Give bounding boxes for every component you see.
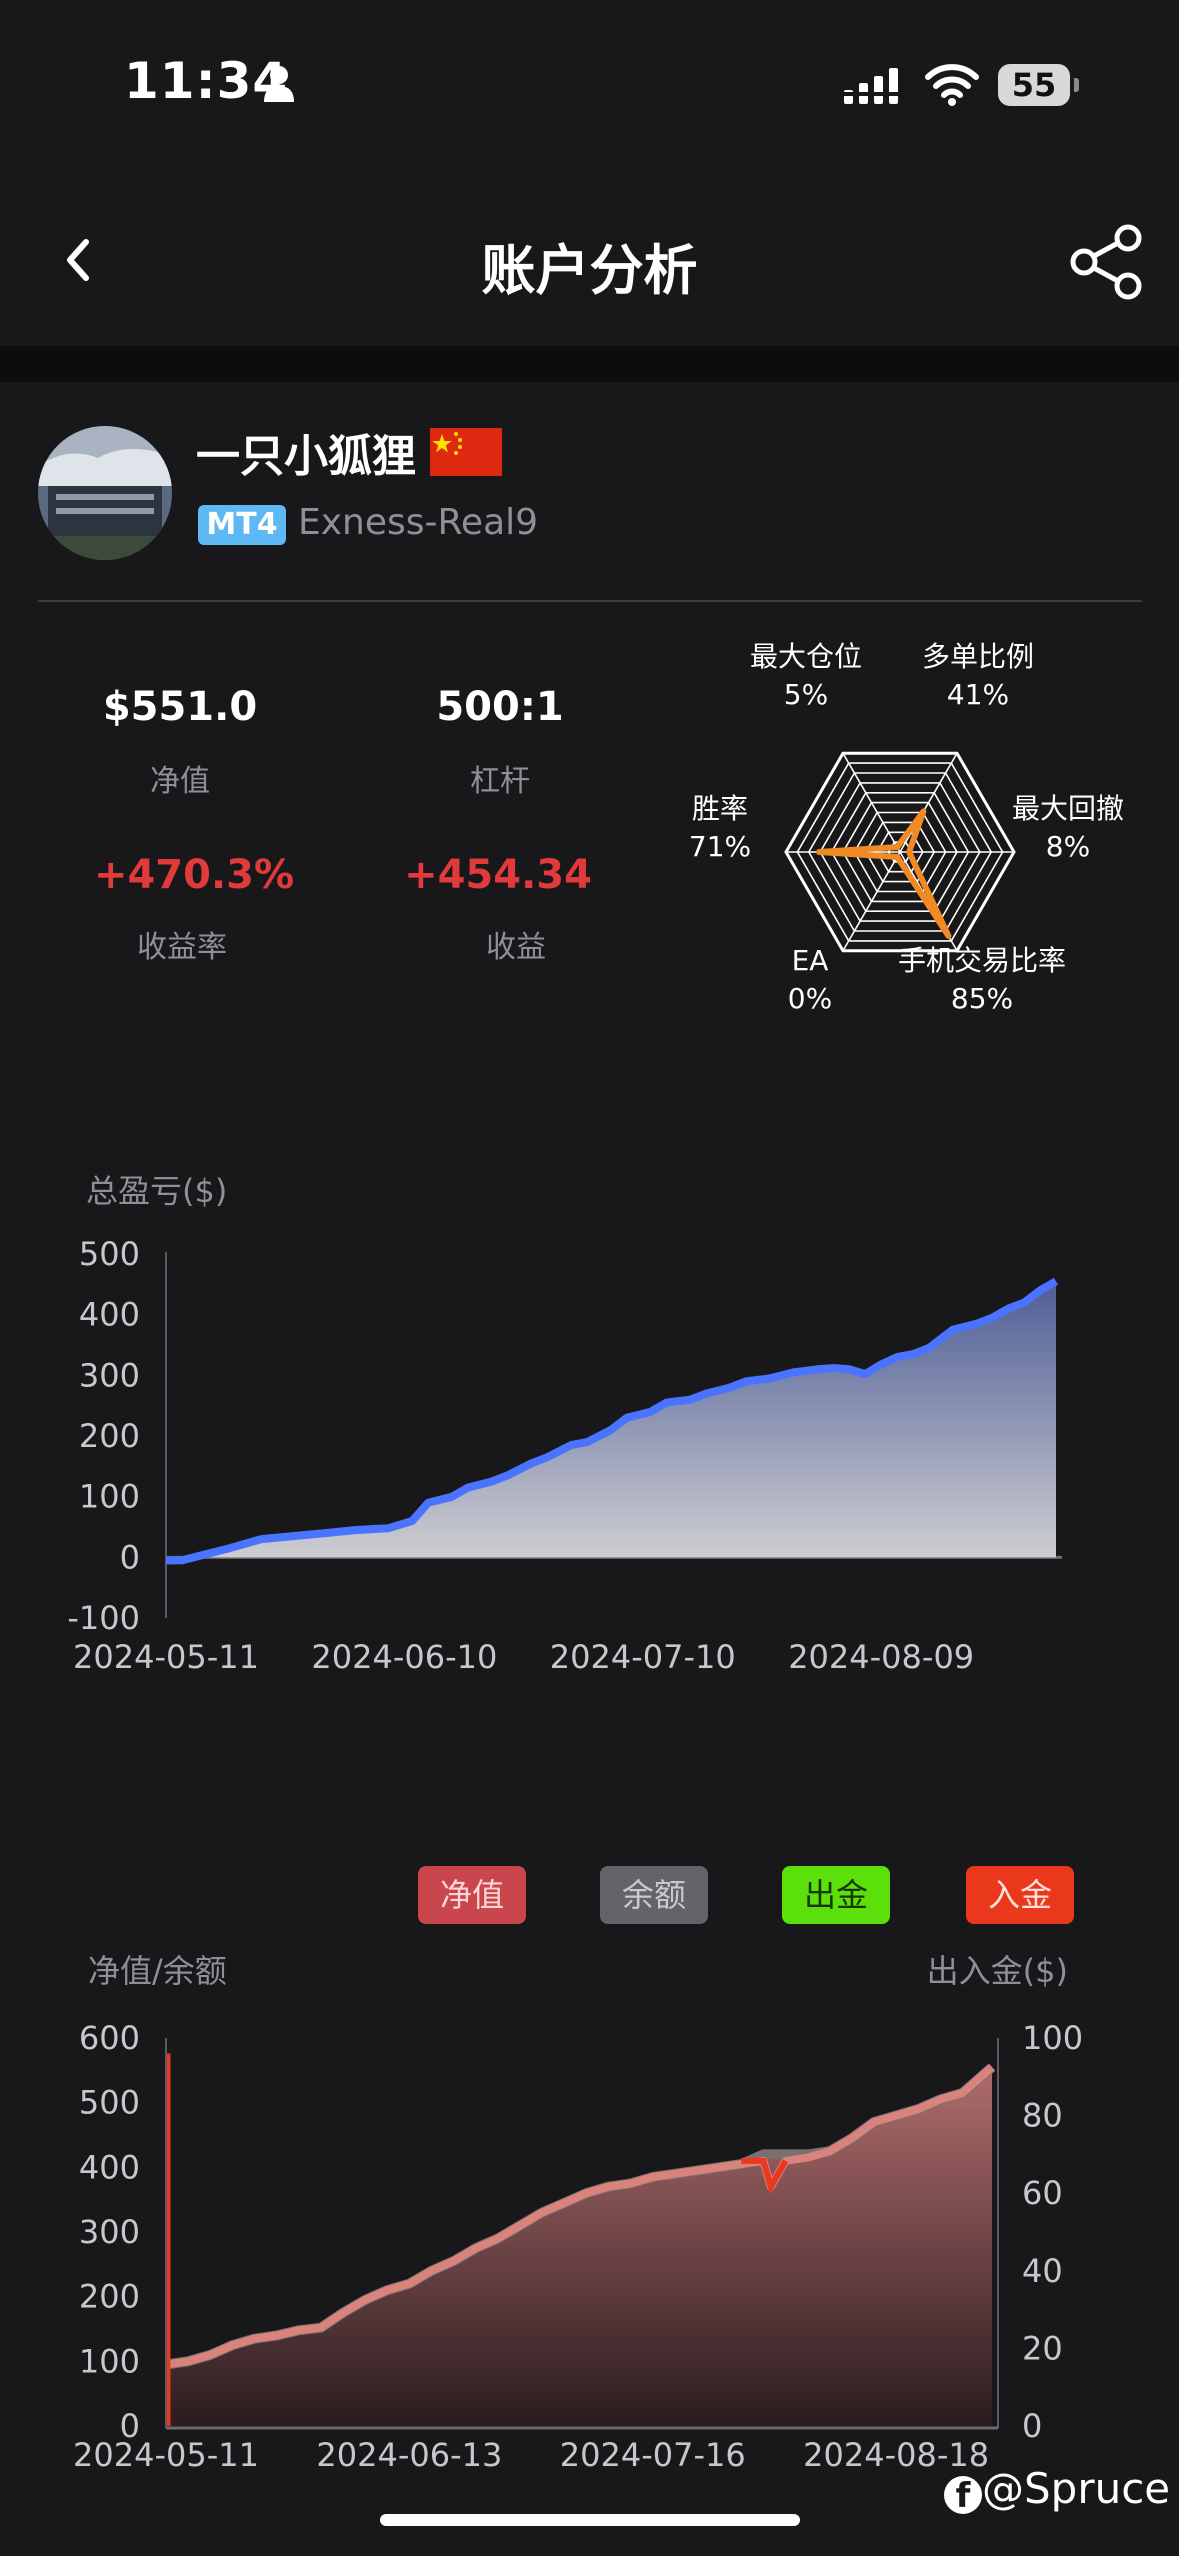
radar-axis-value: 71% bbox=[689, 830, 751, 863]
equity-right-tick: 40 bbox=[1022, 2252, 1063, 2290]
person-icon bbox=[264, 66, 294, 102]
battery-nub bbox=[1074, 78, 1079, 92]
wifi-icon bbox=[925, 64, 979, 106]
radar-axis-value: 85% bbox=[951, 982, 1013, 1015]
return-rate-label: 收益率 bbox=[137, 930, 227, 965]
profit-value: +454.34 bbox=[404, 852, 592, 898]
radar-axis-label: 手机交易比率 bbox=[898, 944, 1066, 977]
pnl-x-tick: 2024-08-09 bbox=[788, 1638, 974, 1676]
radar-axis-value: 5% bbox=[784, 678, 828, 711]
battery-indicator: 55 bbox=[998, 64, 1070, 106]
equity-left-label: 净值/余额 bbox=[88, 1952, 227, 1990]
leverage-value: 500:1 bbox=[436, 684, 564, 730]
pnl-y-tick: 300 bbox=[79, 1356, 140, 1394]
legend-deposit[interactable]: 入金 bbox=[966, 1866, 1074, 1924]
radar-axis-label: 最大回撤 bbox=[1012, 792, 1124, 825]
pnl-y-tick: 100 bbox=[79, 1478, 140, 1516]
pnl-y-tick: 0 bbox=[120, 1538, 140, 1576]
pnl-x-tick: 2024-07-10 bbox=[550, 1638, 736, 1676]
pnl-x-tick: 2024-05-11 bbox=[73, 1638, 259, 1676]
share-icon[interactable] bbox=[1068, 222, 1148, 302]
radar-axis-value: 0% bbox=[788, 982, 832, 1015]
radar-axis-value: 8% bbox=[1046, 830, 1090, 863]
equity-left-tick: 400 bbox=[79, 2148, 140, 2186]
equity-right-tick: 60 bbox=[1022, 2174, 1063, 2212]
pnl-area bbox=[166, 1281, 1056, 1561]
home-indicator[interactable] bbox=[380, 2514, 800, 2526]
pnl-y-tick: 400 bbox=[79, 1296, 140, 1334]
pnl-x-tick: 2024-06-10 bbox=[311, 1638, 497, 1676]
profile-divider bbox=[38, 600, 1142, 602]
server-name: Exness-Real9 bbox=[298, 502, 539, 543]
equity-x-tick: 2024-06-13 bbox=[316, 2436, 502, 2474]
leverage-label: 杠杆 bbox=[470, 764, 530, 799]
equity-right-label: 出入金($) bbox=[927, 1952, 1068, 1990]
pnl-ylabel: 总盈亏($) bbox=[86, 1172, 227, 1210]
facebook-icon: f bbox=[944, 2476, 982, 2516]
radar-axis-label: 最大仓位 bbox=[750, 640, 862, 673]
equity-left-tick: 200 bbox=[79, 2278, 140, 2316]
equity-right-tick: 100 bbox=[1022, 2019, 1083, 2057]
legend-equity[interactable]: 净值 bbox=[418, 1866, 526, 1924]
equity-left-tick: 300 bbox=[79, 2213, 140, 2251]
legend-balance[interactable]: 余额 bbox=[600, 1866, 708, 1924]
equity-left-tick: 500 bbox=[79, 2084, 140, 2122]
avatar[interactable] bbox=[38, 426, 172, 560]
equity-left-tick: 100 bbox=[79, 2342, 140, 2380]
pnl-y-tick: 200 bbox=[79, 1417, 140, 1455]
nav-separator bbox=[0, 346, 1179, 382]
radar-axis-value: 41% bbox=[947, 678, 1009, 711]
equity-right-tick: 20 bbox=[1022, 2329, 1063, 2367]
signal-icon bbox=[844, 68, 898, 104]
china-flag-icon bbox=[430, 428, 502, 476]
profit-label: 收益 bbox=[486, 930, 546, 965]
pnl-y-tick: -100 bbox=[67, 1599, 140, 1637]
radar-axis-label: 胜率 bbox=[692, 792, 748, 825]
equity-x-tick: 2024-05-11 bbox=[73, 2436, 259, 2474]
pnl-y-tick: 500 bbox=[79, 1235, 140, 1273]
equity-value: $551.0 bbox=[102, 684, 258, 730]
pnl-chart: 总盈亏($) 500 400 300 200 100 0 -100 2024-05-11 20… bbox=[67, 1172, 1062, 1676]
equity-x-tick: 2024-07-16 bbox=[560, 2436, 746, 2474]
platform-badge: MT4 bbox=[198, 505, 286, 545]
equity-left-tick: 600 bbox=[79, 2019, 140, 2057]
watermark: f @Spruce bbox=[944, 2464, 1170, 2516]
radar-axis-label: 多单比例 bbox=[922, 640, 1034, 673]
equity-right-tick: 0 bbox=[1022, 2407, 1042, 2445]
page-title: 账户分析 bbox=[481, 239, 698, 302]
equity-label: 净值 bbox=[150, 764, 210, 799]
radar-chart: 最大仓位 5% 多单比例 41% 最大回撤 8% 手机交易比率 85% EA 0% 胜率 71% bbox=[689, 640, 1124, 1015]
radar-value-polygon bbox=[816, 808, 952, 939]
radar-axis-label: EA bbox=[792, 944, 829, 977]
username: 一只小狐狸 bbox=[196, 431, 416, 482]
return-rate-value: +470.3% bbox=[93, 852, 295, 898]
legend-withdrawal[interactable]: 出金 bbox=[782, 1866, 890, 1924]
equity-right-tick: 80 bbox=[1022, 2097, 1063, 2135]
equity-chart: 净值/余额 出入金($) 600 500 400 300 200 100 0 100 80 60… bbox=[73, 1952, 1083, 2474]
